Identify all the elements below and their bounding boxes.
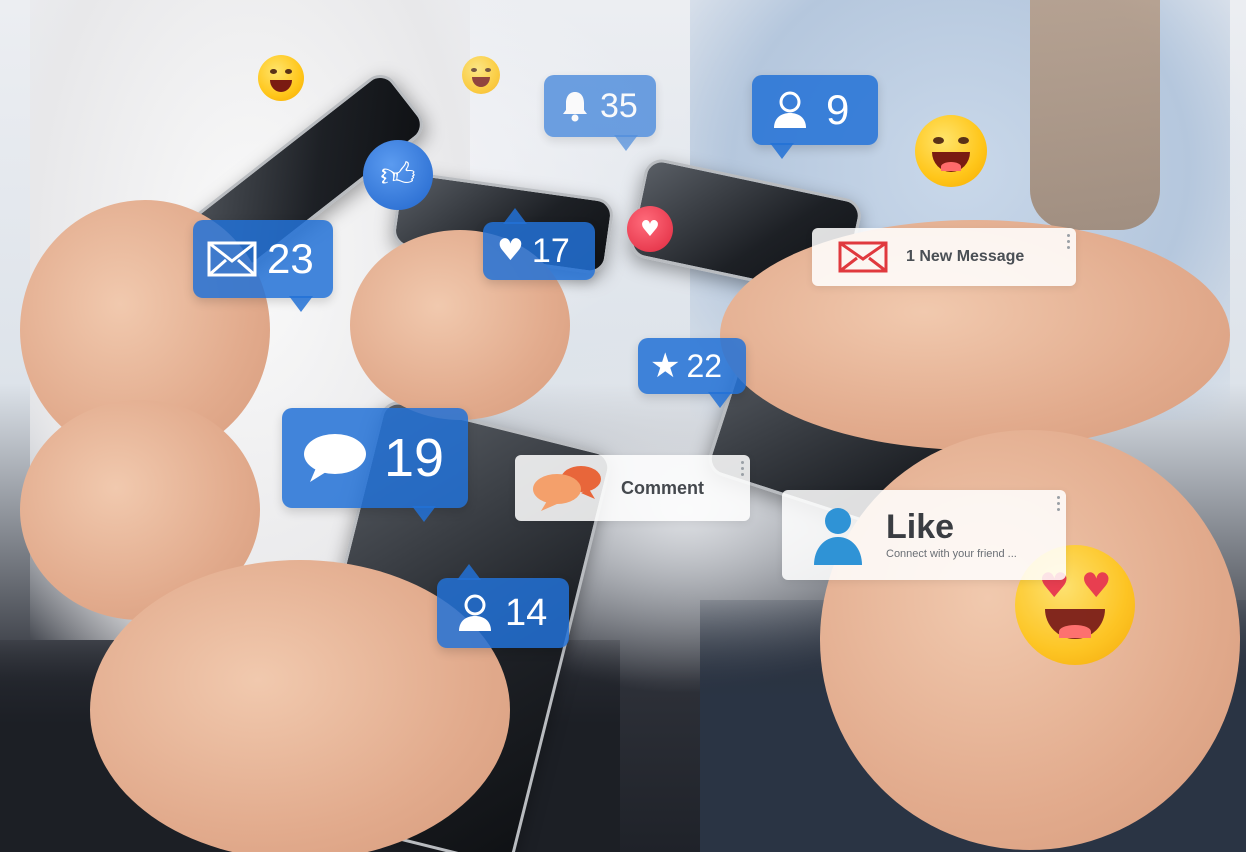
comment-count: 19 bbox=[384, 428, 445, 488]
more-icon bbox=[1067, 234, 1070, 252]
user-top-count: 9 bbox=[826, 86, 850, 133]
notification-bubble-user-bottom: 14 bbox=[437, 564, 569, 648]
more-icon bbox=[741, 461, 744, 479]
user-bottom-count: 14 bbox=[505, 591, 548, 634]
notification-bubble-bell: 35 bbox=[544, 75, 656, 151]
comment-card: Comment bbox=[515, 455, 750, 521]
like-title: Like bbox=[886, 508, 955, 546]
envelope-icon bbox=[838, 241, 888, 273]
mail-count: 23 bbox=[267, 235, 314, 282]
chat-bubbles-icon bbox=[529, 463, 605, 513]
user-icon bbox=[770, 90, 810, 130]
user-icon bbox=[812, 505, 864, 565]
heart-icon: ♥ bbox=[627, 206, 673, 252]
thumbs-up-icon: 👍︎ bbox=[363, 140, 433, 210]
laughing-emoji-left bbox=[258, 55, 304, 101]
laughing-emoji-center bbox=[462, 56, 500, 94]
new-message-card: 1 New Message bbox=[812, 228, 1076, 286]
laughing-emoji-right bbox=[915, 115, 987, 187]
heart-icon: ♥ bbox=[497, 233, 524, 268]
heart-count: 17 bbox=[531, 231, 570, 270]
comment-label: Comment bbox=[621, 477, 705, 498]
notification-bubble-mail: 23 bbox=[193, 220, 333, 312]
user-icon bbox=[455, 593, 495, 633]
speech-bubble-icon bbox=[302, 432, 368, 484]
envelope-icon bbox=[207, 241, 257, 277]
photo-scene: ♥ ♥ 👍︎ ♥ 35 9 23 ♥ 17 ★ 22 19 14 1 New M… bbox=[0, 0, 1246, 852]
notification-bubble-comment: 19 bbox=[282, 408, 468, 522]
notification-bubble-heart: ♥ 17 bbox=[483, 208, 595, 280]
star-icon: ★ bbox=[650, 346, 681, 386]
bell-icon bbox=[560, 90, 590, 122]
notification-bubble-user-top: 9 bbox=[752, 75, 878, 159]
more-icon bbox=[1057, 496, 1060, 514]
star-count: 22 bbox=[686, 347, 723, 384]
tie bbox=[1030, 0, 1160, 230]
bell-count: 35 bbox=[600, 86, 638, 125]
like-subtitle: Connect with your friend ... bbox=[886, 548, 1017, 560]
like-card: Like Connect with your friend ... bbox=[782, 490, 1066, 580]
new-message-label: 1 New Message bbox=[906, 248, 1025, 265]
notification-bubble-star: ★ 22 bbox=[638, 338, 746, 408]
